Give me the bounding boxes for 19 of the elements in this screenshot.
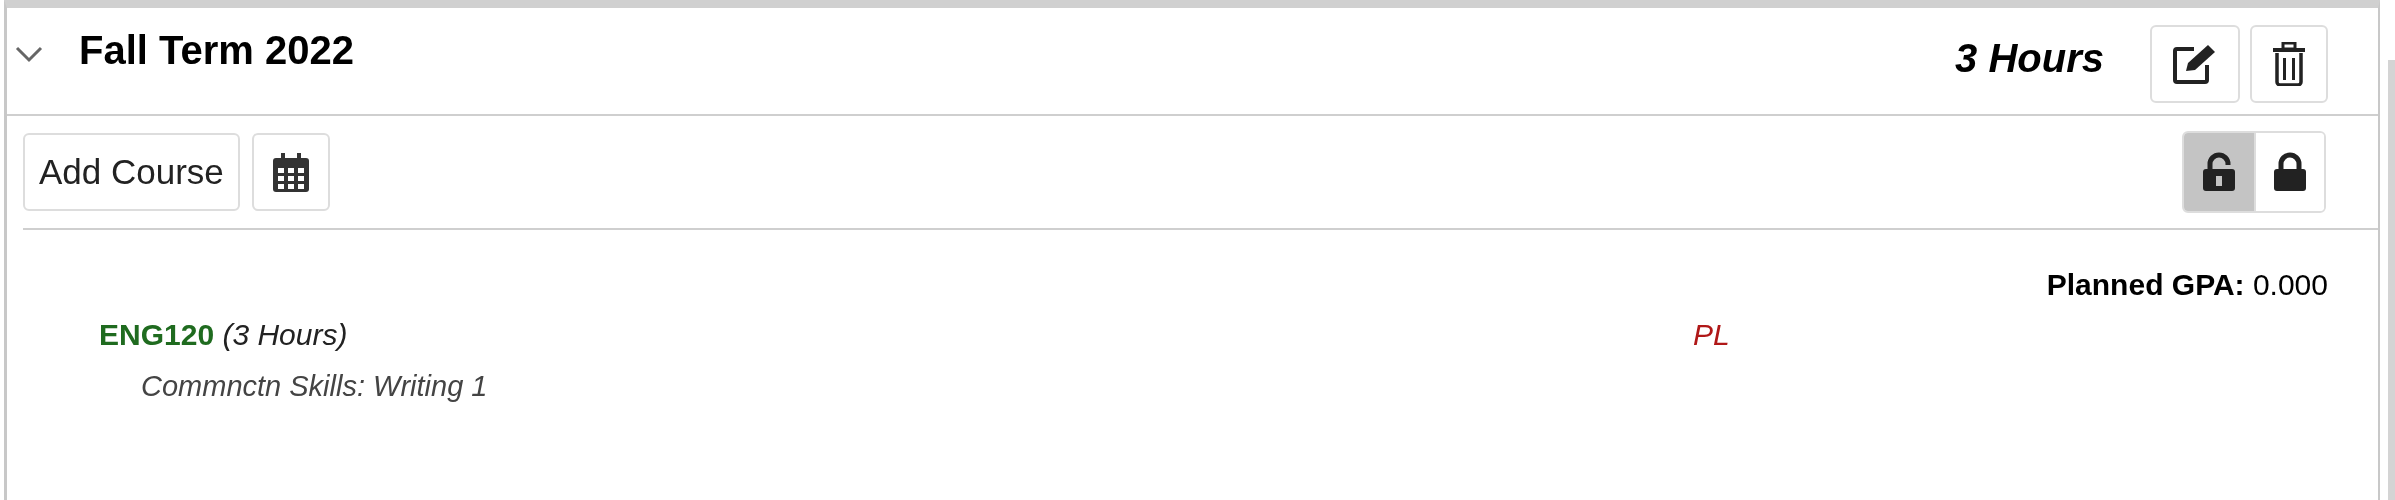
calendar-button[interactable] <box>251 133 330 211</box>
open-padlock-icon <box>2202 152 2236 192</box>
term-hours: 3 Hours <box>1955 36 2104 81</box>
padlock-icon <box>2273 152 2307 192</box>
trash-icon <box>2272 42 2306 86</box>
lock-button[interactable] <box>2254 133 2324 211</box>
course-heading: ENG120 (3 Hours) <box>99 318 349 352</box>
edit-button[interactable] <box>2150 25 2240 103</box>
chevron-down-icon[interactable] <box>15 44 43 64</box>
scrollbar[interactable] <box>2388 60 2395 500</box>
calendar-icon <box>271 151 310 193</box>
course-title: Commnctn Skills: Writing 1 <box>141 370 489 403</box>
edit-icon <box>2172 43 2218 85</box>
unlock-button[interactable] <box>2184 133 2254 211</box>
planned-gpa: Planned GPA: 0.000 <box>2046 268 2328 302</box>
delete-button[interactable] <box>2250 25 2328 103</box>
term-title: Fall Term 2022 <box>79 28 354 73</box>
add-course-button[interactable]: Add Course <box>23 133 240 211</box>
course-status: PL <box>1693 318 1730 353</box>
